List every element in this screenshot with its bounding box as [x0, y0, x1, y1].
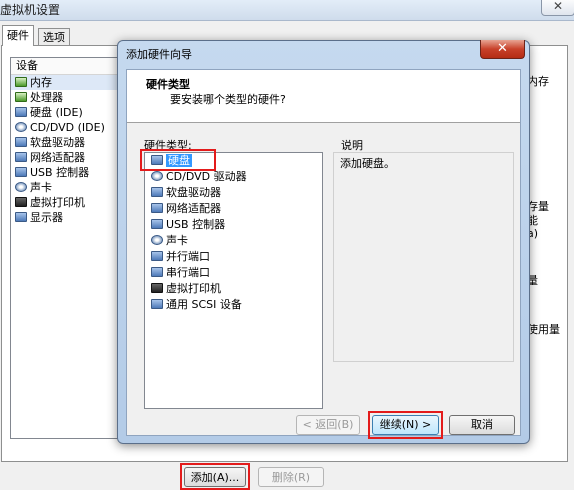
device-label: 软盘驱动器	[30, 136, 85, 149]
network-adapter-icon	[15, 152, 27, 162]
hardware-type-printer[interactable]: 虚拟打印机	[145, 281, 322, 297]
remove-hardware-button[interactable]: 删除(R)	[258, 467, 324, 487]
display-icon	[15, 212, 27, 222]
tab-options[interactable]: 选项	[38, 28, 70, 46]
hardware-type-hard-disk[interactable]: 硬盘	[145, 153, 322, 169]
close-icon: ✕	[497, 41, 508, 56]
description-box: 添加硬盘。	[333, 152, 514, 362]
hardware-type-floppy[interactable]: 软盘驱动器	[145, 185, 322, 201]
window-title: 虚拟机设置	[0, 3, 61, 17]
wizard-step-subtitle: 要安装哪个类型的硬件?	[170, 93, 286, 106]
add-hardware-wizard-dialog: 添加硬件向导 ✕ 硬件类型 要安装哪个类型的硬件? 硬件类型: 硬盘 CD/DV…	[117, 40, 530, 444]
network-adapter-icon	[151, 203, 163, 213]
usage-fragment: 使用量	[527, 321, 560, 337]
hardware-type-label-text: CD/DVD 驱动器	[166, 170, 247, 183]
window-close-button[interactable]: ✕	[541, 0, 574, 16]
cd-dvd-icon	[15, 122, 27, 132]
device-label: 声卡	[30, 181, 52, 194]
hardware-type-list[interactable]: 硬盘 CD/DVD 驱动器 软盘驱动器 网络适配器 USB 控制器 声卡 并行端…	[144, 152, 323, 409]
memory-section-fragment: 内存	[527, 73, 549, 89]
hardware-type-parallel[interactable]: 并行端口	[145, 249, 322, 265]
device-label: CD/DVD (IDE)	[30, 121, 105, 134]
cancel-button[interactable]: 取消	[449, 415, 515, 435]
hardware-type-label-text: 并行端口	[166, 250, 210, 263]
device-label: 网络适配器	[30, 151, 85, 164]
scsi-icon	[151, 299, 163, 309]
close-icon: ✕	[552, 0, 564, 13]
device-label: 显示器	[30, 211, 63, 224]
hard-disk-icon	[151, 155, 163, 165]
device-item-display[interactable]: 显示器	[11, 210, 125, 225]
device-item-cd-dvd[interactable]: CD/DVD (IDE)	[11, 120, 125, 135]
wizard-header: 硬件类型 要安装哪个类型的硬件?	[127, 70, 520, 123]
floppy-icon	[151, 187, 163, 197]
description-text: 添加硬盘。	[340, 157, 395, 170]
device-item-sound[interactable]: 声卡	[11, 180, 125, 195]
usb-icon	[151, 219, 163, 229]
hardware-type-cd-dvd[interactable]: CD/DVD 驱动器	[145, 169, 322, 185]
tab-hardware[interactable]: 硬件	[2, 25, 34, 46]
device-label: 硬盘 (IDE)	[30, 106, 83, 119]
hardware-type-label-text: 虚拟打印机	[166, 282, 221, 295]
device-item-usb[interactable]: USB 控制器	[11, 165, 125, 180]
device-item-processor[interactable]: 处理器	[11, 90, 125, 105]
device-label: USB 控制器	[30, 166, 90, 179]
parallel-port-icon	[151, 251, 163, 261]
serial-port-icon	[151, 267, 163, 277]
dialog-body: 硬件类型 要安装哪个类型的硬件? 硬件类型: 硬盘 CD/DVD 驱动器 软盘驱…	[126, 69, 521, 436]
sound-card-icon	[15, 182, 27, 192]
hardware-type-scsi[interactable]: 通用 SCSI 设备	[145, 297, 322, 313]
cd-dvd-icon	[151, 171, 163, 181]
device-item-memory[interactable]: 内存	[11, 75, 125, 90]
device-item-hard-disk[interactable]: 硬盘 (IDE)	[11, 105, 125, 120]
processor-icon	[15, 92, 27, 102]
dialog-title: 添加硬件向导	[126, 48, 192, 61]
device-list[interactable]: 设备 内存 处理器 硬盘 (IDE) CD/DVD (IDE) 软盘驱动器 网络…	[10, 57, 126, 439]
usb-icon	[15, 167, 27, 177]
settings-window-titlebar: 虚拟机设置 ✕	[0, 0, 574, 21]
hardware-type-label-text: 通用 SCSI 设备	[166, 298, 242, 311]
device-item-floppy[interactable]: 软盘驱动器	[11, 135, 125, 150]
sound-card-icon	[151, 235, 163, 245]
hardware-type-label-text: 声卡	[166, 234, 188, 247]
hardware-type-usb[interactable]: USB 控制器	[145, 217, 322, 233]
device-item-printer[interactable]: 虚拟打印机	[11, 195, 125, 210]
hardware-type-label-text: USB 控制器	[166, 218, 226, 231]
add-hardware-button[interactable]: 添加(A)...	[184, 467, 246, 487]
hard-disk-icon	[15, 107, 27, 117]
dialog-close-button[interactable]: ✕	[480, 40, 525, 59]
device-label: 内存	[30, 76, 52, 89]
printer-icon	[15, 197, 27, 207]
hardware-type-label-text: 软盘驱动器	[166, 186, 221, 199]
wizard-step-title: 硬件类型	[146, 78, 190, 91]
device-item-network[interactable]: 网络适配器	[11, 150, 125, 165]
hardware-type-sound[interactable]: 声卡	[145, 233, 322, 249]
device-label: 虚拟打印机	[30, 196, 85, 209]
printer-icon	[151, 283, 163, 293]
hardware-type-label-text: 硬盘	[166, 154, 192, 167]
device-list-header: 设备	[11, 58, 125, 75]
hardware-type-label-text: 网络适配器	[166, 202, 221, 215]
hardware-type-label: 硬件类型:	[144, 139, 192, 152]
memory-icon	[15, 77, 27, 87]
next-button[interactable]: 继续(N) >	[372, 415, 439, 435]
hardware-type-network[interactable]: 网络适配器	[145, 201, 322, 217]
floppy-icon	[15, 137, 27, 147]
back-button[interactable]: < 返回(B)	[296, 415, 360, 435]
description-label: 说明	[341, 139, 363, 152]
hardware-type-serial[interactable]: 串行端口	[145, 265, 322, 281]
hardware-type-label-text: 串行端口	[166, 266, 210, 279]
device-label: 处理器	[30, 91, 63, 104]
